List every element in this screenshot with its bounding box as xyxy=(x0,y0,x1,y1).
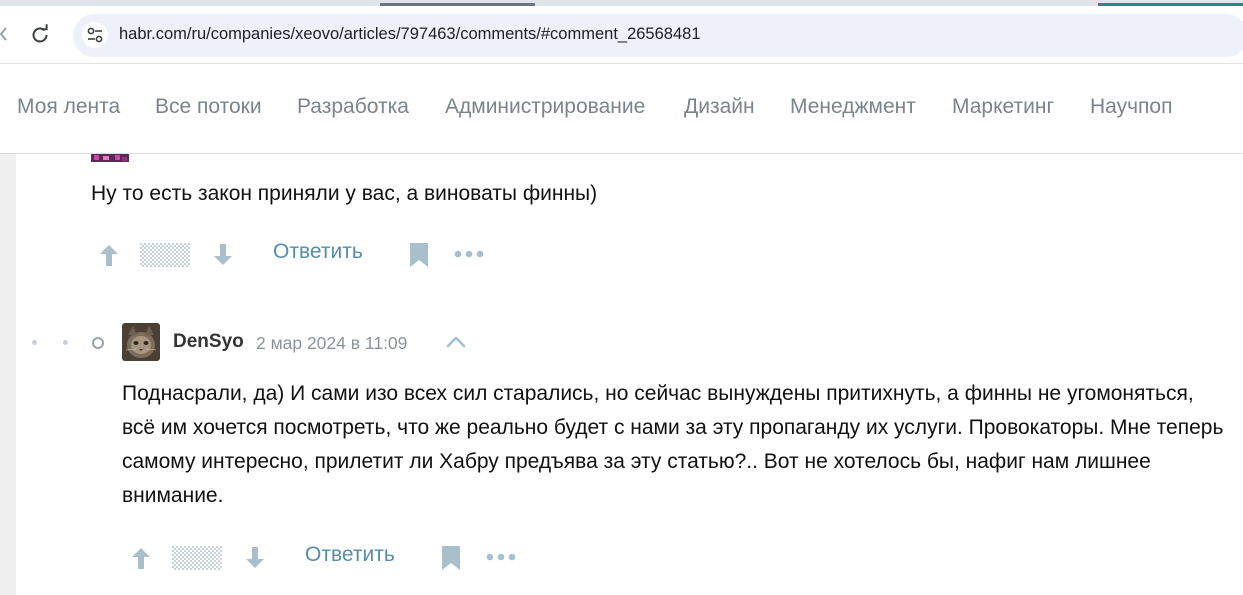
reload-icon[interactable] xyxy=(28,23,52,47)
reply-button[interactable]: Ответить xyxy=(305,543,395,567)
nav-item-design[interactable]: Дизайн xyxy=(684,95,755,119)
chevron-up-icon[interactable] xyxy=(445,334,467,350)
comment-date[interactable]: 2 мар 2024 в 11:09 xyxy=(256,333,407,354)
browser-toolbar: habr.com/ru/companies/xeovo/articles/797… xyxy=(0,6,1243,64)
score-placeholder xyxy=(172,546,222,570)
url-text[interactable]: habr.com/ru/companies/xeovo/articles/797… xyxy=(119,25,701,44)
nav-item-my-feed[interactable]: Моя лента xyxy=(17,95,120,119)
thread-level-dot xyxy=(92,337,104,349)
comments-area xyxy=(16,154,1243,595)
back-arrow-icon[interactable] xyxy=(0,26,8,42)
thread-level-dot xyxy=(63,340,68,345)
comment-text: Ну то есть закон приняли у вас, а винова… xyxy=(91,182,598,205)
nav-item-popsci[interactable]: Научпоп xyxy=(1090,95,1172,119)
comment-author[interactable]: DenSyo xyxy=(173,331,244,353)
nav-item-marketing[interactable]: Маркетинг xyxy=(952,95,1054,119)
bookmark-icon[interactable] xyxy=(408,242,430,268)
avatar[interactable] xyxy=(91,154,129,162)
more-icon[interactable] xyxy=(454,250,484,258)
nav-item-development[interactable]: Разработка xyxy=(297,95,409,119)
nav-item-all-streams[interactable]: Все потоки xyxy=(155,95,262,119)
more-icon[interactable] xyxy=(486,553,516,561)
arrow-down-icon[interactable] xyxy=(210,242,236,268)
score-placeholder xyxy=(140,243,190,267)
thread-level-dot xyxy=(32,340,37,345)
comment-text: Поднасрали, да) И сами изо всех сил стар… xyxy=(122,382,1224,507)
address-bar[interactable]: habr.com/ru/companies/xeovo/articles/797… xyxy=(73,14,1243,57)
arrow-up-icon[interactable] xyxy=(96,242,122,268)
nav-item-management[interactable]: Менеджмент xyxy=(790,95,916,119)
arrow-up-icon[interactable] xyxy=(128,545,154,571)
site-info-icon[interactable] xyxy=(82,22,108,48)
bookmark-icon[interactable] xyxy=(440,545,462,571)
arrow-down-icon[interactable] xyxy=(242,545,268,571)
avatar[interactable] xyxy=(122,323,160,361)
nav-item-administration[interactable]: Администрирование xyxy=(445,95,645,119)
reply-button[interactable]: Ответить xyxy=(273,240,363,264)
site-nav: Моя лента Все потоки Разработка Админист… xyxy=(0,64,1243,154)
